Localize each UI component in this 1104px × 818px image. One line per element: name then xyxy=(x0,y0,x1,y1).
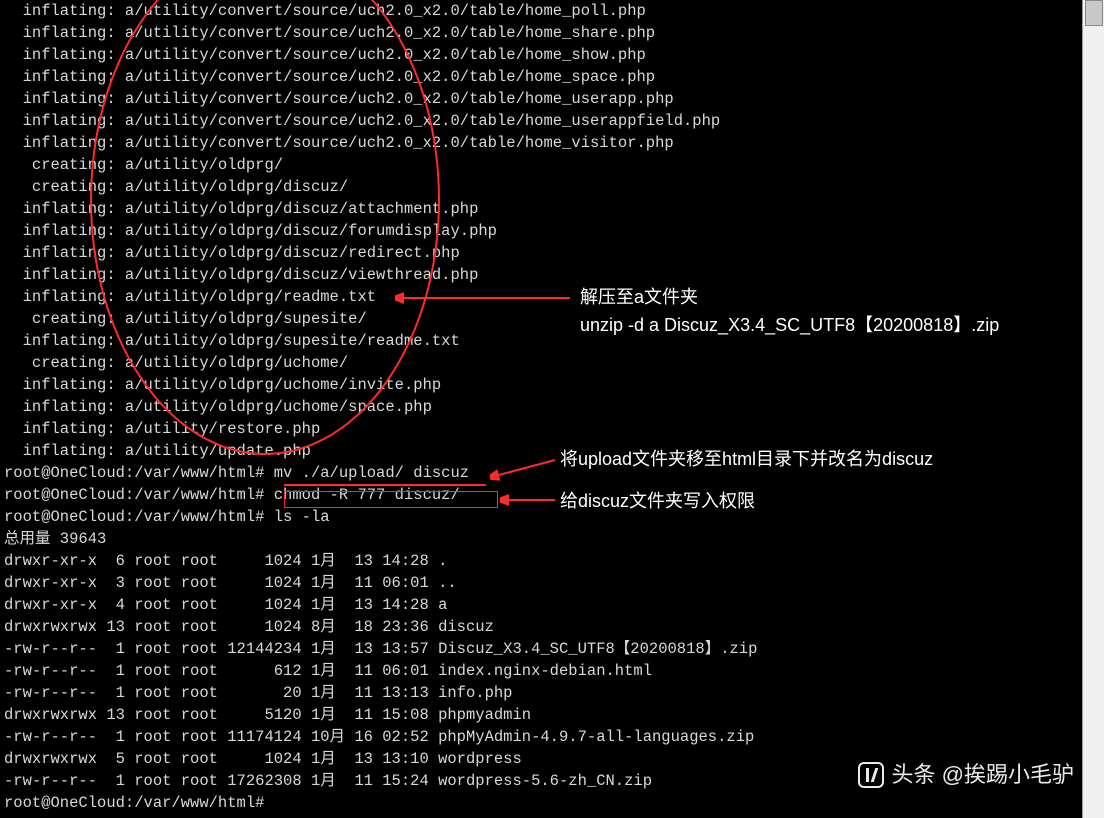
scrollbar[interactable] xyxy=(1082,0,1104,818)
annotation-unzip-line2: unzip -d a Discuz_X3.4_SC_UTF8【20200818】… xyxy=(580,314,999,336)
chmod-box xyxy=(284,491,498,508)
watermark-text: 头条 @挨踢小毛驴 xyxy=(892,764,1074,786)
mv-underline xyxy=(284,484,486,486)
watermark: 头条 @挨踢小毛驴 xyxy=(858,762,1074,788)
terminal-output[interactable]: inflating: a/utility/convert/source/uch2… xyxy=(0,0,1082,818)
watermark-icon xyxy=(858,762,884,788)
annotation-chmod: 给discuz文件夹写入权限 xyxy=(560,490,755,512)
scrollbar-thumb[interactable] xyxy=(1085,0,1103,26)
annotation-unzip-line1: 解压至a文件夹 xyxy=(580,286,698,308)
annotation-mv: 将upload文件夹移至html目录下并改名为discuz xyxy=(560,448,933,470)
